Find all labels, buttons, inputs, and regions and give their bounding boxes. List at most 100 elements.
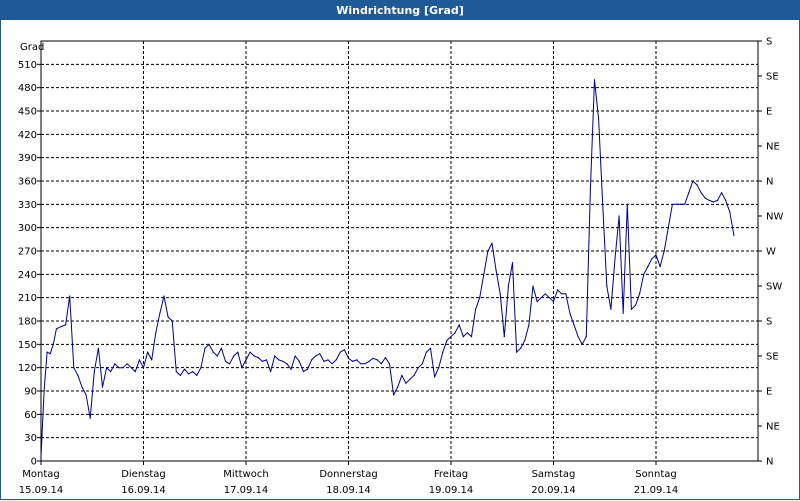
data-point: [118, 367, 120, 369]
right-tick-label: NW: [766, 212, 783, 223]
y-tick-label: 270: [18, 247, 37, 258]
right-tick-label: N: [766, 177, 773, 188]
data-point: [520, 347, 522, 349]
data-point: [384, 357, 386, 359]
data-point: [245, 359, 247, 361]
data-point: [581, 343, 583, 345]
y-tick-label: 0: [31, 457, 37, 468]
data-point: [466, 332, 468, 334]
data-point: [598, 118, 600, 120]
data-point: [688, 192, 690, 194]
data-point: [290, 368, 292, 370]
y-tick-label: 480: [18, 83, 37, 94]
data-point: [175, 371, 177, 373]
data-point: [548, 297, 551, 299]
data-point: [634, 304, 637, 306]
data-point: [499, 293, 501, 295]
data-point: [491, 242, 493, 244]
y-tick-label: 300: [18, 223, 37, 234]
data-point: [60, 325, 63, 327]
data-point: [212, 351, 214, 353]
data-point: [261, 360, 263, 362]
data-point: [97, 347, 99, 349]
data-point: [655, 254, 657, 256]
data-point: [40, 456, 42, 458]
data-point: [405, 382, 407, 384]
x-tick-date: 16.09.14: [121, 485, 166, 496]
data-point: [69, 295, 71, 297]
data-point: [528, 324, 530, 326]
data-point: [163, 295, 165, 297]
data-point: [159, 312, 161, 314]
right-tick-label: SW: [766, 282, 782, 293]
y-tick-label: 330: [18, 200, 37, 211]
right-axis-ticks: N NE E SE S SW W NW N NE E SE S: [758, 37, 783, 468]
data-point: [503, 336, 505, 338]
data-point: [155, 332, 157, 334]
data-point: [179, 374, 181, 376]
data-point: [409, 378, 411, 380]
right-tick-label: SE: [766, 352, 779, 363]
data-point: [224, 360, 227, 362]
y-tick-label: 90: [24, 387, 37, 398]
data-point: [93, 371, 95, 373]
data-point: [446, 339, 448, 341]
data-point: [622, 312, 624, 314]
data-point: [708, 199, 710, 201]
y-tick-label: 210: [18, 293, 37, 304]
data-point: [229, 363, 231, 365]
data-point: [458, 324, 460, 326]
data-point: [438, 367, 440, 369]
data-point: [270, 371, 272, 373]
data-point: [626, 203, 628, 205]
y-tick-label: 120: [18, 363, 37, 374]
data-point: [343, 349, 345, 351]
data-point: [684, 203, 686, 205]
data-point: [274, 355, 276, 357]
data-point: [647, 266, 649, 268]
data-point: [577, 336, 579, 338]
data-point: [327, 359, 329, 361]
data-point: [282, 360, 284, 362]
data-point: [524, 339, 526, 341]
data-point: [249, 351, 251, 353]
chart-window: Windrichtung [Grad] Grad 0 30 60 90 120 150 18…: [0, 0, 800, 500]
data-point: [126, 363, 128, 365]
data-point: [265, 359, 268, 361]
data-point: [196, 374, 198, 376]
data-point: [495, 269, 497, 271]
data-point: [663, 250, 665, 252]
series-group: [40, 79, 735, 458]
data-point: [114, 363, 116, 365]
y-tick-label: 420: [18, 130, 37, 141]
y-tick-label: 510: [18, 60, 37, 71]
right-tick-label: NE: [766, 422, 780, 433]
data-point: [462, 336, 464, 338]
y-tick-label: 450: [18, 107, 37, 118]
data-point: [671, 203, 674, 205]
data-point: [208, 343, 210, 345]
right-tick-label: N: [766, 457, 773, 468]
data-point: [544, 293, 546, 295]
data-point: [614, 258, 616, 260]
data-point: [659, 266, 661, 268]
data-point: [483, 273, 485, 275]
data-point: [516, 351, 518, 353]
data-point: [171, 320, 173, 322]
right-tick-label: E: [766, 387, 772, 398]
data-point: [393, 394, 395, 396]
data-point: [110, 371, 112, 373]
data-point: [696, 184, 698, 186]
data-point: [593, 79, 596, 81]
data-point: [536, 301, 538, 303]
data-point: [376, 359, 378, 361]
data-point: [278, 359, 280, 361]
data-point: [487, 250, 489, 252]
data-point: [43, 390, 45, 392]
data-point: [130, 367, 132, 369]
data-point: [540, 297, 542, 299]
right-tick-label: S: [766, 37, 772, 48]
x-tick-day: Donnerstag: [319, 469, 377, 480]
data-point: [356, 359, 358, 361]
data-point: [306, 368, 309, 370]
